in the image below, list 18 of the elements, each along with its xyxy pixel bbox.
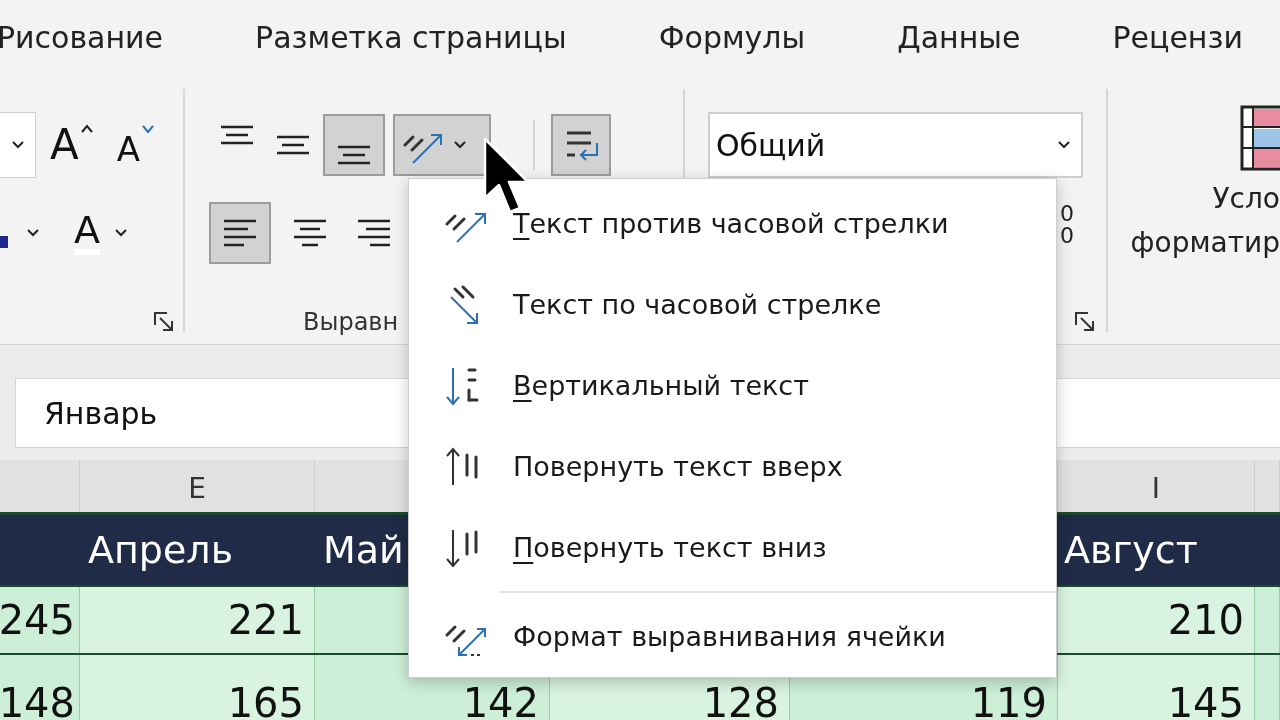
table-header-cell-text: Май bbox=[323, 527, 404, 574]
decimal-digit: 0 bbox=[1060, 225, 1074, 247]
table-cell-text: 142 bbox=[462, 679, 539, 720]
table-cell-text: 221 bbox=[227, 596, 304, 645]
number-format-value: Общий bbox=[716, 127, 826, 163]
table-cell-text: 145 bbox=[1167, 679, 1244, 720]
table-cell-text: 148 bbox=[0, 679, 75, 720]
ribbon-label: форматир bbox=[1130, 225, 1280, 261]
table-header-cell-text: Август bbox=[1064, 527, 1198, 574]
table-cell-text: 245 bbox=[0, 596, 75, 645]
group-label: Выравн bbox=[303, 308, 399, 336]
ribbon-label: Усло bbox=[1212, 181, 1280, 217]
table-cell-text: 128 bbox=[702, 679, 779, 720]
table-cell-text: 210 bbox=[1167, 596, 1244, 645]
table-header-cell-text: Апрель bbox=[88, 527, 234, 574]
decimal-digit: 0 bbox=[1060, 203, 1074, 225]
table-cell-text: 119 bbox=[970, 679, 1047, 720]
table-cell-text: 165 bbox=[227, 679, 304, 720]
